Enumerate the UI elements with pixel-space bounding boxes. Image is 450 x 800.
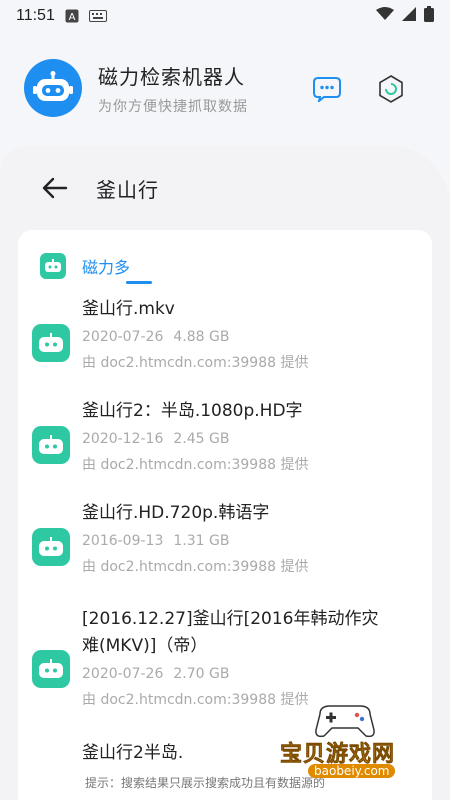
nav-row: 釜山行 [0, 166, 450, 210]
signal-icon [402, 7, 416, 25]
status-bar: 11:51 A [0, 0, 450, 32]
result-size: 2.70 GB [173, 666, 230, 682]
robot-result-icon [32, 324, 70, 362]
result-size: 2.45 GB [173, 431, 230, 447]
svg-text:A: A [68, 12, 75, 23]
watermark-url: baobeiy.com [308, 764, 396, 778]
gamepad-icon [315, 705, 375, 738]
result-title: 釜山行.mkv [82, 299, 175, 319]
app-subtitle: 为你方便快捷抓取数据 [98, 98, 248, 115]
result-meta: 2020-12-16 2.45 GB [82, 426, 420, 452]
result-size: 1.31 GB [173, 533, 230, 549]
result-title: 釜山行.HD.720p.韩语字 [82, 503, 270, 523]
keyboard-icon [88, 10, 107, 22]
robot-result-icon [32, 426, 70, 464]
wifi-icon [376, 7, 394, 25]
result-title-line: [2016.12.27]釜山行[2016年韩动作灾 [82, 609, 379, 629]
result-title: 釜山行2：半岛.1080p.HD字 [82, 401, 303, 421]
result-source: 由 doc2.htmcdn.com:39988 提供 [82, 355, 309, 371]
result-date: 2020-07-26 [82, 666, 164, 682]
tab-label: 磁力多 [82, 258, 131, 277]
more-dots-icon[interactable] [310, 72, 344, 106]
robot-avatar-icon [24, 59, 82, 117]
app-title: 磁力检索机器人 [98, 64, 245, 89]
result-date: 2016-09-13 [82, 533, 164, 549]
result-title-line: 难(MKV)]（帝） [82, 636, 208, 656]
page-title: 釜山行 [96, 177, 159, 202]
result-size: 4.88 GB [173, 329, 230, 345]
robot-tab-icon [40, 253, 66, 279]
result-meta: 2016-09-13 1.31 GB [82, 528, 420, 554]
status-time: 11:51 [16, 7, 55, 24]
watermark-logo: 宝贝游戏网 baobeiy.com [270, 700, 450, 790]
result-source: 由 doc2.htmcdn.com:39988 提供 [82, 559, 309, 575]
a-box-icon: A [65, 9, 79, 23]
result-meta: 2020-07-26 4.88 GB [82, 324, 420, 350]
result-date: 2020-07-26 [82, 329, 164, 345]
result-date: 2020-12-16 [82, 431, 164, 447]
robot-result-icon [32, 528, 70, 566]
result-meta: 2020-07-26 2.70 GB [82, 661, 420, 687]
app-header: 磁力检索机器人 为你方便快捷抓取数据 [0, 40, 450, 136]
back-arrow-icon[interactable] [38, 171, 72, 205]
tab-magnet-source[interactable]: 磁力多 [40, 244, 130, 288]
robot-result-icon [32, 650, 70, 688]
tab-active-indicator [126, 281, 152, 284]
battery-icon [424, 6, 434, 26]
result-source: 由 doc2.htmcdn.com:39988 提供 [82, 457, 309, 473]
target-icon[interactable] [374, 72, 408, 106]
